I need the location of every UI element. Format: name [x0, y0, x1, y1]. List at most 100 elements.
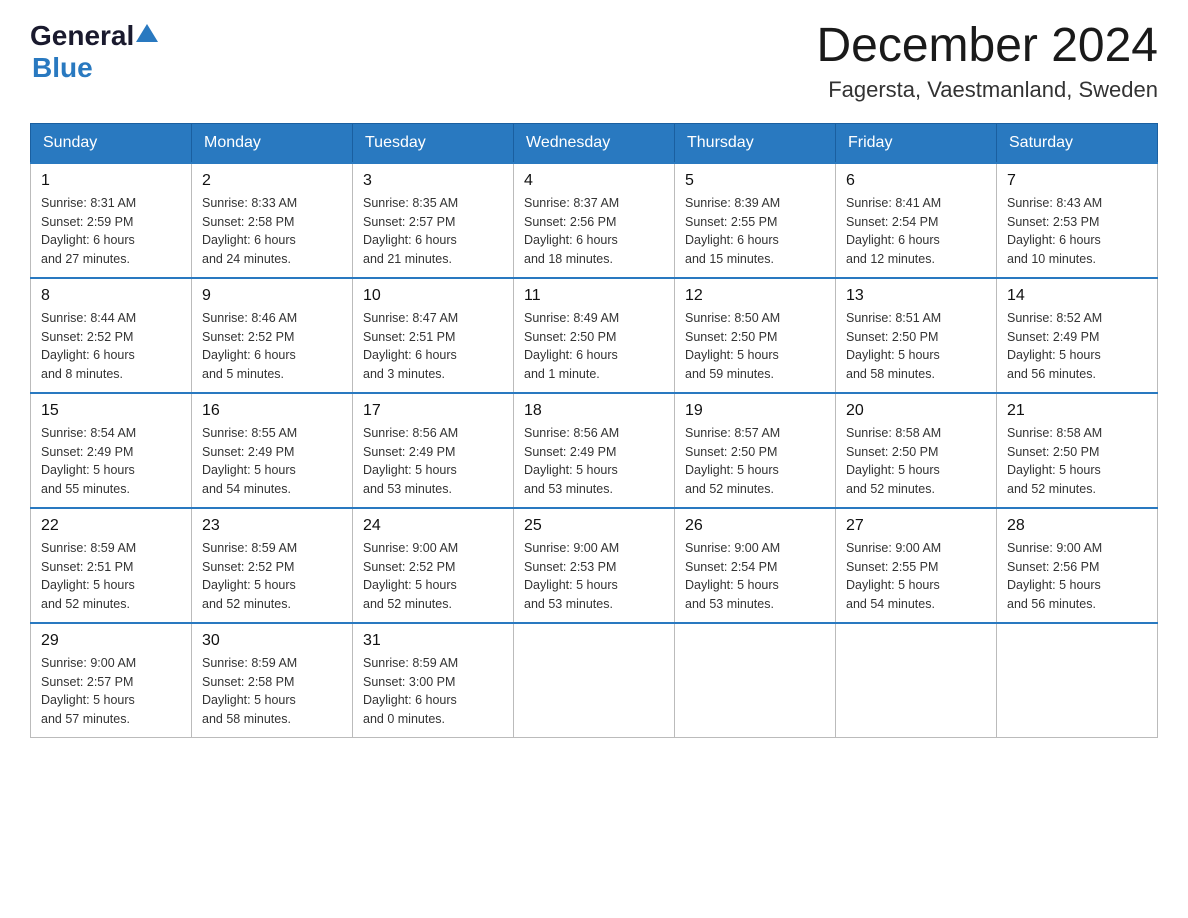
calendar-day-header: Monday [192, 123, 353, 163]
day-info: Sunrise: 8:33 AM Sunset: 2:58 PM Dayligh… [202, 194, 342, 269]
day-info: Sunrise: 8:39 AM Sunset: 2:55 PM Dayligh… [685, 194, 825, 269]
logo: General Blue [30, 20, 158, 84]
day-info: Sunrise: 9:00 AM Sunset: 2:55 PM Dayligh… [846, 539, 986, 614]
day-info: Sunrise: 8:43 AM Sunset: 2:53 PM Dayligh… [1007, 194, 1147, 269]
logo-blue-text: Blue [32, 52, 93, 83]
calendar-cell: 11 Sunrise: 8:49 AM Sunset: 2:50 PM Dayli… [514, 278, 675, 393]
day-info: Sunrise: 8:35 AM Sunset: 2:57 PM Dayligh… [363, 194, 503, 269]
calendar-day-header: Tuesday [353, 123, 514, 163]
calendar-cell: 7 Sunrise: 8:43 AM Sunset: 2:53 PM Daylig… [997, 163, 1158, 278]
day-info: Sunrise: 8:56 AM Sunset: 2:49 PM Dayligh… [524, 424, 664, 499]
day-info: Sunrise: 9:00 AM Sunset: 2:52 PM Dayligh… [363, 539, 503, 614]
day-info: Sunrise: 8:57 AM Sunset: 2:50 PM Dayligh… [685, 424, 825, 499]
day-number: 13 [846, 287, 986, 305]
calendar-cell: 5 Sunrise: 8:39 AM Sunset: 2:55 PM Daylig… [675, 163, 836, 278]
day-number: 19 [685, 402, 825, 420]
day-info: Sunrise: 8:59 AM Sunset: 3:00 PM Dayligh… [363, 654, 503, 729]
calendar-cell: 1 Sunrise: 8:31 AM Sunset: 2:59 PM Daylig… [31, 163, 192, 278]
calendar-cell: 28 Sunrise: 9:00 AM Sunset: 2:56 PM Dayli… [997, 508, 1158, 623]
calendar-cell: 26Sunrise: 9:00 AM Sunset: 2:54 PM Dayli… [675, 508, 836, 623]
day-info: Sunrise: 9:00 AM Sunset: 2:54 PM Dayligh… [685, 539, 825, 614]
logo-arrow-icon [136, 22, 158, 42]
day-info: Sunrise: 8:51 AM Sunset: 2:50 PM Dayligh… [846, 309, 986, 384]
calendar-cell: 24 Sunrise: 9:00 AM Sunset: 2:52 PM Dayli… [353, 508, 514, 623]
day-info: Sunrise: 8:58 AM Sunset: 2:50 PM Dayligh… [1007, 424, 1147, 499]
calendar-cell: 2 Sunrise: 8:33 AM Sunset: 2:58 PM Daylig… [192, 163, 353, 278]
title-block: December 2024 Fagersta, Vaestmanland, Sw… [816, 20, 1158, 103]
day-info: Sunrise: 8:47 AM Sunset: 2:51 PM Dayligh… [363, 309, 503, 384]
calendar-cell: 4 Sunrise: 8:37 AM Sunset: 2:56 PM Daylig… [514, 163, 675, 278]
day-info: Sunrise: 8:41 AM Sunset: 2:54 PM Dayligh… [846, 194, 986, 269]
day-number: 23 [202, 517, 342, 535]
day-info: Sunrise: 8:59 AM Sunset: 2:58 PM Dayligh… [202, 654, 342, 729]
day-number: 8 [41, 287, 181, 305]
day-number: 25 [524, 517, 664, 535]
calendar-cell: 12Sunrise: 8:50 AM Sunset: 2:50 PM Dayli… [675, 278, 836, 393]
calendar-cell: 27 Sunrise: 9:00 AM Sunset: 2:55 PM Dayli… [836, 508, 997, 623]
day-info: Sunrise: 8:44 AM Sunset: 2:52 PM Dayligh… [41, 309, 181, 384]
calendar-day-header: Saturday [997, 123, 1158, 163]
day-info: Sunrise: 8:59 AM Sunset: 2:52 PM Dayligh… [202, 539, 342, 614]
calendar-cell: 16Sunrise: 8:55 AM Sunset: 2:49 PM Dayli… [192, 393, 353, 508]
calendar-cell: 23 Sunrise: 8:59 AM Sunset: 2:52 PM Dayli… [192, 508, 353, 623]
day-number: 22 [41, 517, 181, 535]
day-number: 15 [41, 402, 181, 420]
day-number: 30 [202, 632, 342, 650]
calendar-cell: 29 Sunrise: 9:00 AM Sunset: 2:57 PM Dayli… [31, 623, 192, 738]
day-info: Sunrise: 8:31 AM Sunset: 2:59 PM Dayligh… [41, 194, 181, 269]
day-info: Sunrise: 8:50 AM Sunset: 2:50 PM Dayligh… [685, 309, 825, 384]
calendar-cell [997, 623, 1158, 738]
day-info: Sunrise: 8:55 AM Sunset: 2:49 PM Dayligh… [202, 424, 342, 499]
calendar-cell: 21 Sunrise: 8:58 AM Sunset: 2:50 PM Dayli… [997, 393, 1158, 508]
day-number: 27 [846, 517, 986, 535]
calendar-header-row: SundayMondayTuesdayWednesdayThursdayFrid… [31, 123, 1158, 163]
day-info: Sunrise: 8:49 AM Sunset: 2:50 PM Dayligh… [524, 309, 664, 384]
day-number: 24 [363, 517, 503, 535]
day-number: 1 [41, 172, 181, 190]
calendar-week-row: 15Sunrise: 8:54 AM Sunset: 2:49 PM Dayli… [31, 393, 1158, 508]
calendar-cell: 25 Sunrise: 9:00 AM Sunset: 2:53 PM Dayli… [514, 508, 675, 623]
day-info: Sunrise: 8:59 AM Sunset: 2:51 PM Dayligh… [41, 539, 181, 614]
calendar-cell: 6Sunrise: 8:41 AM Sunset: 2:54 PM Daylig… [836, 163, 997, 278]
day-info: Sunrise: 9:00 AM Sunset: 2:53 PM Dayligh… [524, 539, 664, 614]
day-info: Sunrise: 8:52 AM Sunset: 2:49 PM Dayligh… [1007, 309, 1147, 384]
day-number: 4 [524, 172, 664, 190]
calendar-cell [514, 623, 675, 738]
day-info: Sunrise: 9:00 AM Sunset: 2:57 PM Dayligh… [41, 654, 181, 729]
calendar-cell: 9 Sunrise: 8:46 AM Sunset: 2:52 PM Daylig… [192, 278, 353, 393]
calendar-week-row: 22 Sunrise: 8:59 AM Sunset: 2:51 PM Dayli… [31, 508, 1158, 623]
day-number: 5 [685, 172, 825, 190]
day-info: Sunrise: 9:00 AM Sunset: 2:56 PM Dayligh… [1007, 539, 1147, 614]
calendar-cell: 10 Sunrise: 8:47 AM Sunset: 2:51 PM Dayli… [353, 278, 514, 393]
day-number: 11 [524, 287, 664, 305]
day-number: 2 [202, 172, 342, 190]
calendar-cell [836, 623, 997, 738]
logo-general-text: General [30, 20, 134, 52]
day-number: 9 [202, 287, 342, 305]
calendar-cell: 30 Sunrise: 8:59 AM Sunset: 2:58 PM Dayli… [192, 623, 353, 738]
calendar-cell: 3 Sunrise: 8:35 AM Sunset: 2:57 PM Daylig… [353, 163, 514, 278]
calendar-week-row: 8 Sunrise: 8:44 AM Sunset: 2:52 PM Daylig… [31, 278, 1158, 393]
day-info: Sunrise: 8:37 AM Sunset: 2:56 PM Dayligh… [524, 194, 664, 269]
calendar-cell: 19 Sunrise: 8:57 AM Sunset: 2:50 PM Dayli… [675, 393, 836, 508]
day-number: 10 [363, 287, 503, 305]
calendar-cell [675, 623, 836, 738]
day-number: 29 [41, 632, 181, 650]
calendar-week-row: 1 Sunrise: 8:31 AM Sunset: 2:59 PM Daylig… [31, 163, 1158, 278]
calendar-cell: 31Sunrise: 8:59 AM Sunset: 3:00 PM Dayli… [353, 623, 514, 738]
day-number: 3 [363, 172, 503, 190]
day-number: 7 [1007, 172, 1147, 190]
calendar-day-header: Thursday [675, 123, 836, 163]
day-number: 17 [363, 402, 503, 420]
calendar-cell: 20Sunrise: 8:58 AM Sunset: 2:50 PM Dayli… [836, 393, 997, 508]
day-number: 28 [1007, 517, 1147, 535]
day-number: 18 [524, 402, 664, 420]
page-header: General Blue December 2024 Fagersta, Vae… [30, 20, 1158, 103]
calendar-cell: 13 Sunrise: 8:51 AM Sunset: 2:50 PM Dayli… [836, 278, 997, 393]
page-title: December 2024 [816, 20, 1158, 73]
calendar-day-header: Sunday [31, 123, 192, 163]
day-number: 21 [1007, 402, 1147, 420]
calendar-week-row: 29 Sunrise: 9:00 AM Sunset: 2:57 PM Dayli… [31, 623, 1158, 738]
day-info: Sunrise: 8:46 AM Sunset: 2:52 PM Dayligh… [202, 309, 342, 384]
calendar-cell: 18 Sunrise: 8:56 AM Sunset: 2:49 PM Dayli… [514, 393, 675, 508]
